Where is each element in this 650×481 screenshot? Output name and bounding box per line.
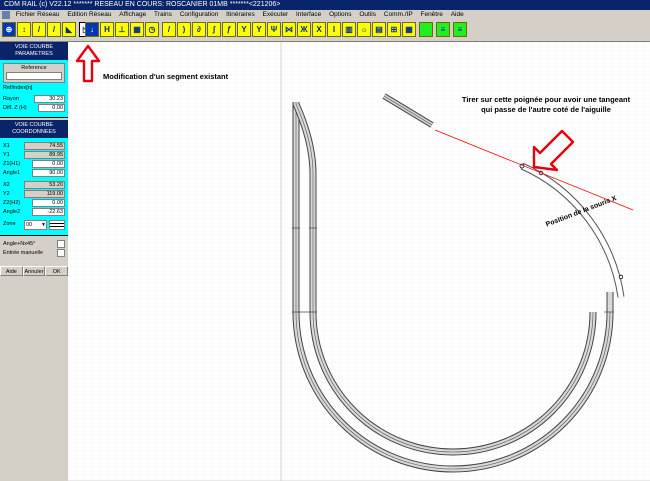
menu-comm-ip[interactable]: Comm./IP — [381, 10, 416, 20]
toolbar-x-crossing-icon[interactable]: X — [312, 22, 326, 37]
app-menu-icon[interactable] — [2, 11, 10, 19]
toolbar-network-icon[interactable]: ⊞ — [387, 22, 401, 37]
z2-field[interactable]: 0.00 — [32, 199, 65, 207]
window-title: CDM RAIL (c) V22.12 ******* RESEAU EN CO… — [4, 1, 281, 8]
x1-field: 74.55 — [24, 142, 65, 150]
toolbar-green-lines-icon[interactable]: ≡ — [436, 22, 450, 37]
menu-options[interactable]: Options — [326, 10, 354, 20]
menu-fichier[interactable]: Fichier Réseau — [13, 10, 63, 20]
x2-label: X2 — [3, 181, 10, 188]
coordonnees-box: X1 74.55 Y1 89.95 Z1(H1) 0.00 Angle1 90.00 X… — [0, 138, 68, 236]
menu-fenetre[interactable]: Fenêtre — [417, 10, 445, 20]
angle2-field[interactable]: -22.63 — [32, 208, 65, 216]
toolbar-modify-segment-icon[interactable]: ↓ — [85, 22, 99, 37]
x1-label: X1 — [3, 142, 10, 149]
ok-button[interactable]: OK — [45, 266, 69, 276]
toolbar-track-straight-icon[interactable]: / — [32, 22, 46, 37]
toolbar-measure-icon[interactable]: ⊥ — [115, 22, 129, 37]
toolbar-turnout-left-icon[interactable]: ʃ — [207, 22, 221, 37]
y2-field: 119.00 — [24, 190, 65, 198]
toolbar-crossing-icon[interactable]: ⋈ — [282, 22, 296, 37]
zone-label: Zone — [3, 221, 16, 227]
toolbar-grid-icon[interactable]: ▦ — [402, 22, 416, 37]
toolbar-turnout-w-icon[interactable]: Ψ — [267, 22, 281, 37]
globe-icon[interactable]: ⊕ — [2, 22, 16, 37]
toolbar-turnout-y-icon[interactable]: Y — [237, 22, 251, 37]
reference-field[interactable] — [6, 72, 62, 80]
menu-affichage[interactable]: Affichage — [116, 10, 149, 20]
chevron-down-icon: ▼ — [41, 221, 46, 228]
toolbar-arc-icon[interactable]: ) — [177, 22, 191, 37]
y1-field: 89.95 — [24, 151, 65, 159]
toolbar-turnout-right-icon[interactable]: ƒ — [222, 22, 236, 37]
z1-field[interactable]: 0.00 — [32, 160, 65, 168]
parametres-box: Reference Ref/index[n] Rayon 30.23 Diff. … — [0, 60, 68, 118]
angle1-field[interactable]: 90.00 — [32, 169, 65, 177]
angle1-label: Angle1 — [3, 169, 21, 176]
menu-itineraires[interactable]: Itinéraires — [223, 10, 258, 20]
z1-label: Z1(H1) — [3, 160, 21, 167]
x2-field: 53.20 — [24, 181, 65, 189]
toolbar-buffer-icon[interactable]: Ɩ — [327, 22, 341, 37]
panel-section-coordonnees: VOIE COURBE COORDONNEES — [0, 120, 68, 138]
zone-select[interactable]: 00 ▼ — [24, 219, 47, 230]
handle-end[interactable] — [618, 274, 624, 280]
reference-index: Ref/index[n] — [3, 85, 33, 91]
panel-buttons: Aide Annuler OK — [0, 266, 69, 276]
reference-label: Reference — [21, 65, 47, 71]
entree-manuelle-label: Entrée manuelle — [3, 249, 44, 256]
y1-label: Y1 — [3, 151, 10, 158]
rayon-field[interactable]: 30.23 — [34, 95, 65, 103]
menu-bar: Fichier Réseau Edition Réseau Affichage … — [0, 10, 650, 20]
down-left-arrow-icon — [532, 129, 575, 172]
diff-z-field[interactable]: 0.00 — [38, 104, 65, 112]
angle2-label: Angle2 — [3, 208, 21, 215]
toolbar-building-icon[interactable]: ▤ — [372, 22, 386, 37]
toolbar-loop-icon[interactable]: ∂ — [192, 22, 206, 37]
toolbar: ⊕ ↕ / / ◣ ◺ ↓ H ⊥ ▦ ◷ / ) ∂ ʃ ƒ Y Y Ψ ⋈ … — [0, 20, 650, 42]
toolbar-green-lines2-icon[interactable]: ≡ — [453, 22, 467, 37]
toolbar-height-icon[interactable]: H — [100, 22, 114, 37]
y2-label: Y2 — [3, 190, 10, 197]
up-arrow-icon — [75, 44, 101, 83]
zone-value: 00 — [26, 221, 33, 228]
toolbar-hatch-icon[interactable]: ▦ — [130, 22, 144, 37]
menu-outils[interactable]: Outils — [356, 10, 379, 20]
title-bar: CDM RAIL (c) V22.12 ******* RESEAU EN CO… — [0, 0, 650, 10]
toolbar-pointer-icon[interactable]: ↕ — [17, 22, 31, 37]
z2-label: Z2(H2) — [3, 199, 21, 206]
diff-z-label: Diff. Z (H) — [3, 104, 27, 111]
properties-panel: VOIE COURBE PARAMETRES Reference Ref/ind… — [0, 42, 69, 481]
annotation-modification: Modification d'un segment existant — [103, 72, 229, 81]
menu-trains[interactable]: Trains — [151, 10, 175, 20]
entree-manuelle-checkbox[interactable] — [57, 249, 65, 257]
annotation-tirer-line2: qui passe de l'autre coté de l'aiguille — [481, 105, 611, 114]
annotation-tirer-line1: Tirer sur cette poignée pour avoir une t… — [461, 95, 631, 104]
zone-color-swatch[interactable] — [49, 219, 65, 230]
menu-configuration[interactable]: Configuration — [177, 10, 222, 20]
annuler-button[interactable]: Annuler — [22, 266, 46, 276]
toolbar-sun-icon[interactable]: ☼ — [357, 22, 371, 37]
toolbar-double-slip-icon[interactable]: Ж — [297, 22, 311, 37]
toolbar-green1-icon[interactable] — [419, 22, 433, 37]
reference-header: Reference — [3, 63, 65, 83]
menu-interface[interactable]: Interface — [293, 10, 324, 20]
toolbar-turnout-icon[interactable]: / — [47, 22, 61, 37]
angle-nx45-label: Angle+Nx45° — [3, 240, 36, 247]
options-box: Angle+Nx45° Entrée manuelle — [0, 236, 68, 257]
menu-edition[interactable]: Edition Réseau — [64, 10, 114, 20]
panel-section-parametres: VOIE COURBE PARAMETRES — [0, 42, 68, 60]
toolbar-line-icon[interactable]: / — [162, 22, 176, 37]
angle-nx45-checkbox[interactable] — [57, 240, 65, 248]
toolbar-platform-icon[interactable]: ▥ — [342, 22, 356, 37]
toolbar-turnout-y2-icon[interactable]: Y — [252, 22, 266, 37]
aide-button[interactable]: Aide — [0, 266, 23, 276]
menu-executer[interactable]: Exécuter — [260, 10, 292, 20]
toolbar-clock-icon[interactable]: ◷ — [145, 22, 159, 37]
toolbar-triangle-icon[interactable]: ◣ — [62, 22, 76, 37]
rayon-label: Rayon — [3, 95, 19, 102]
menu-aide[interactable]: Aide — [448, 10, 467, 20]
